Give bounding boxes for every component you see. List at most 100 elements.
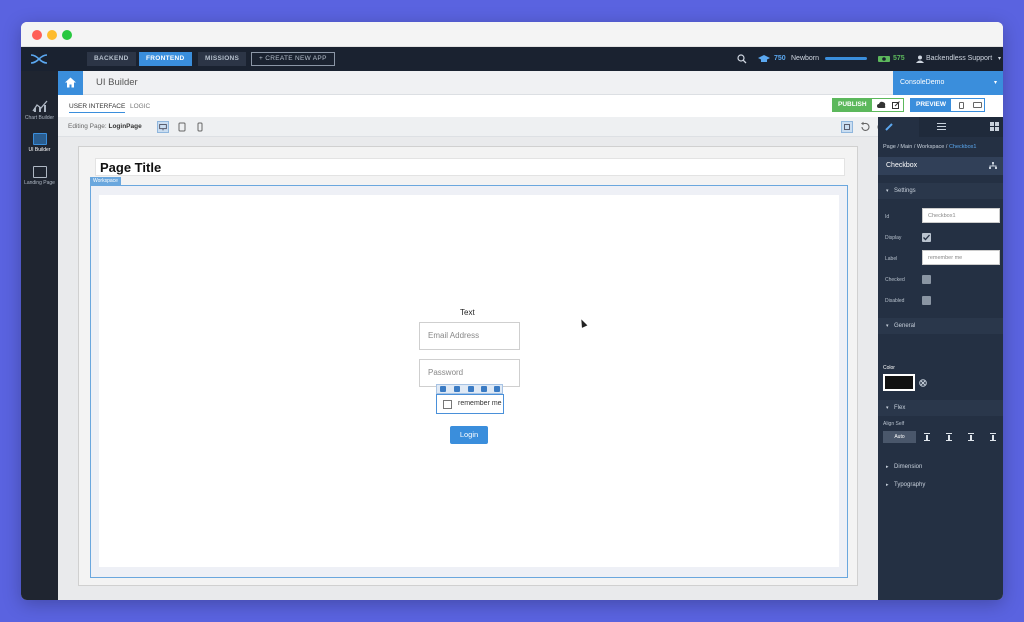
sidebar-item-landing-page[interactable]: Landing Page [21,166,58,186]
section-general[interactable]: General [878,318,1003,334]
home-button[interactable] [58,71,83,95]
selected-component-name: Checkbox [886,162,918,169]
app-name: ConsoleDemo [900,79,945,86]
workspace-content: Text Email Address Password remember me … [99,195,839,567]
properties-tabs [878,117,1003,137]
mobile-view-icon[interactable] [194,121,206,133]
backendless-logo-icon[interactable] [29,52,49,66]
tree-icon[interactable] [440,386,446,392]
brush-icon [885,123,893,131]
section-dimension[interactable]: Dimension [878,459,1003,475]
align-center-icon[interactable] [968,433,974,441]
id-label: Id [885,214,890,220]
form-text[interactable]: Text [460,308,475,317]
arrow-up-icon[interactable] [454,386,460,392]
maximize-window-button[interactable] [62,30,72,40]
workspace-label: Workspace [90,177,121,185]
tab-list[interactable] [921,117,962,137]
canvas-area: Page Title Workspace Text Email Address … [58,137,878,600]
checkbox-box[interactable] [443,400,452,409]
frame-toggle-icon[interactable] [841,121,853,133]
label-field[interactable] [922,250,1000,265]
properties-panel: Page / Main / Workspace / Checkbox1 Chec… [878,117,1003,600]
section-typography[interactable]: Typography [878,477,1003,493]
checkmark-icon [923,234,930,241]
checked-checkbox[interactable] [922,275,931,284]
editing-page-label: Editing Page: LoginPage [68,123,142,130]
points-count: 750 [774,55,786,62]
section-settings[interactable]: Settings [878,183,1003,199]
disabled-checkbox[interactable] [922,296,931,305]
landing-page-icon [32,166,47,178]
create-new-app-button[interactable]: + CREATE NEW APP [251,52,335,66]
breadcrumb-current: Checkbox1 [948,144,977,150]
section-flex[interactable]: Flex [878,400,1003,416]
desktop-preview-icon[interactable] [973,102,982,108]
id-field[interactable] [922,208,1000,223]
tab-logic[interactable]: LOGIC [130,103,150,110]
nav-frontend-button[interactable]: FRONTEND [139,52,192,66]
sidebar-item-ui-builder[interactable]: UI Builder [21,133,58,153]
workspace-container[interactable]: Workspace Text Email Address Password re… [90,177,848,578]
mouse-cursor-icon [578,318,588,328]
move-icon[interactable] [468,386,474,392]
nav-missions-button[interactable]: MISSIONS [198,52,247,66]
copy-icon[interactable] [481,386,487,392]
home-icon [65,77,76,88]
align-start-icon[interactable] [924,433,930,441]
color-picker[interactable] [883,374,915,391]
mobile-preview-icon[interactable] [959,102,964,109]
password-field[interactable]: Password [419,359,520,387]
list-icon [937,123,946,130]
cloud-upload-icon[interactable] [877,101,886,109]
user-icon [916,55,924,63]
close-window-button[interactable] [32,30,42,40]
preview-label: PREVIEW [911,99,951,111]
align-auto-button[interactable]: Auto [883,431,916,443]
sidebar-item-chart-builder[interactable]: Chart Builder [21,99,58,121]
tab-components[interactable] [964,117,1003,137]
page-title: UI Builder [96,77,138,88]
publish-button[interactable]: PUBLISH [832,98,904,112]
trash-icon[interactable] [494,386,500,392]
level-progress-bar [825,57,867,60]
app-root: BACKEND FRONTEND MISSIONS + CREATE NEW A… [21,47,1003,600]
chevron-down-icon: ▾ [993,80,997,86]
sidebar-item-label: UI Builder [28,147,51,153]
sub-header: UI Builder ConsoleDemo ▾ [58,71,1003,95]
publish-label: PUBLISH [833,99,872,111]
preview-button[interactable]: PREVIEW [910,98,985,112]
tree-icon[interactable] [989,162,997,170]
breadcrumb: Page / Main / Workspace / Checkbox1 [883,144,976,150]
canvas-page-title[interactable]: Page Title [95,158,845,176]
email-field[interactable]: Email Address [419,322,520,350]
level-label: Newborn [791,55,820,62]
tab-user-interface[interactable]: USER INTERFACE [69,103,126,113]
align-self-options: Auto [883,431,1003,443]
checkbox-label: remember me [458,400,502,407]
user-menu-caret-icon[interactable]: ▾ [998,47,1001,71]
undo-icon[interactable] [859,121,871,133]
app-selector[interactable]: ConsoleDemo ▾ [893,71,1003,95]
remember-me-checkbox[interactable]: remember me [436,394,504,414]
tab-styles[interactable] [878,117,919,137]
sidebar-item-label: Landing Page [24,180,55,186]
display-checkbox[interactable] [922,233,931,242]
editing-page-name: LoginPage [108,123,142,130]
user-menu[interactable]: Backendless Support [926,47,992,71]
search-icon[interactable] [737,54,747,64]
desktop-view-icon[interactable] [157,121,169,133]
minimize-window-button[interactable] [47,30,57,40]
tablet-view-icon[interactable] [176,121,188,133]
breadcrumb-path[interactable]: Page / Main / Workspace / [883,144,947,150]
align-stretch-icon[interactable] [990,433,996,441]
external-link-icon[interactable] [892,101,900,109]
clear-color-icon[interactable] [919,379,927,387]
align-end-icon[interactable] [946,433,952,441]
chart-icon [31,100,47,112]
checked-label: Checked [885,277,905,283]
editing-prefix: Editing Page: [68,123,107,130]
login-button[interactable]: Login [450,426,488,444]
nav-backend-button[interactable]: BACKEND [87,52,136,66]
money-icon [878,56,890,62]
